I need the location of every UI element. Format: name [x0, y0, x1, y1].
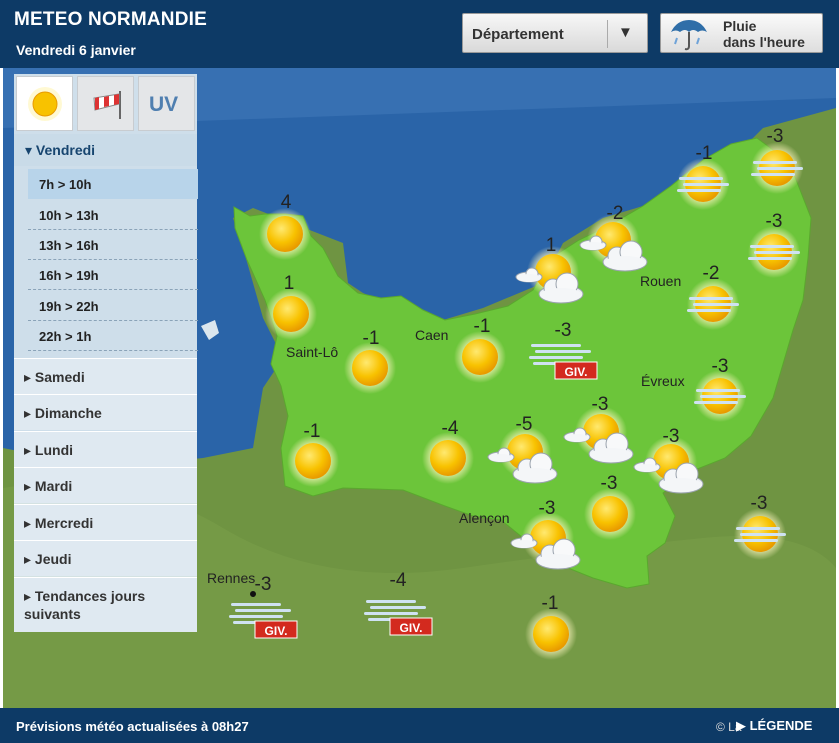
- city-label: Rennes: [207, 570, 255, 586]
- time-slot-label: 10h > 13h: [39, 208, 99, 223]
- update-time-text: Prévisions météo actualisées à 08h27: [16, 719, 249, 734]
- day-item-samedi[interactable]: ▸ Samedi: [14, 358, 197, 394]
- rain-label-line1: Pluie: [723, 18, 757, 34]
- day-item-tendances[interactable]: ▸ Tendances jours suivants: [14, 577, 197, 632]
- department-select[interactable]: Département ▼: [462, 13, 648, 53]
- app-header: METEO NORMANDIE Vendredi 6 janvier Dépar…: [0, 0, 839, 68]
- time-slot-22-1[interactable]: 22h > 1h: [28, 321, 198, 351]
- rain-next-hour-button[interactable]: Pluie dans l'heure: [660, 13, 823, 53]
- temperature-label: -3: [767, 126, 784, 147]
- time-slot-label: 13h > 16h: [39, 238, 99, 253]
- svg-text:GIV.: GIV.: [400, 621, 423, 635]
- day-label: ▸ Mercredi: [24, 515, 94, 531]
- temperature-label: -1: [363, 328, 380, 349]
- select-divider: [607, 20, 608, 48]
- day-label: ▸ Mardi: [24, 478, 73, 494]
- sun-mist-icon[interactable]: [694, 370, 746, 422]
- temperature-label: -2: [607, 203, 624, 224]
- temperature-label: -3: [539, 498, 556, 519]
- footer-bar: Prévisions météo actualisées à 08h27 © L…: [0, 708, 839, 743]
- temperature-label: -1: [542, 593, 559, 614]
- tab-weather[interactable]: [16, 76, 73, 131]
- temperature-label: -3: [255, 574, 272, 595]
- day-label: ▸ Lundi: [24, 442, 74, 458]
- sun-mist-icon[interactable]: [751, 142, 803, 194]
- rain-label-line2: dans l'heure: [723, 34, 805, 50]
- tab-wind[interactable]: [77, 76, 134, 131]
- temperature-label: -2: [703, 263, 720, 284]
- chevron-down-icon[interactable]: ▼: [618, 24, 633, 41]
- sun-mist-icon[interactable]: [687, 278, 739, 330]
- temperature-label: -1: [696, 143, 713, 164]
- temperature-label: -3: [592, 394, 609, 415]
- temperature-label: -3: [751, 493, 768, 514]
- forecast-sidebar: UV ▾ Vendredi 7h > 10h 10h > 13h 13h > 1…: [14, 74, 198, 632]
- city-dot: [250, 591, 256, 597]
- temperature-label: -5: [516, 414, 533, 435]
- temperature-label: -4: [390, 570, 407, 591]
- day-item-dimanche[interactable]: ▸ Dimanche: [14, 394, 197, 430]
- sun-icon[interactable]: [454, 331, 506, 383]
- day-label: ▸ Samedi: [24, 369, 85, 385]
- day-label: ▾ Vendredi: [25, 142, 96, 158]
- sun-icon[interactable]: [344, 342, 396, 394]
- svg-text:GIV.: GIV.: [565, 365, 588, 379]
- time-slot-13-16[interactable]: 13h > 16h: [28, 230, 198, 260]
- svg-text:GIV.: GIV.: [265, 624, 288, 638]
- umbrella-icon: [671, 20, 707, 51]
- day-item-mercredi[interactable]: ▸ Mercredi: [14, 504, 197, 540]
- temperature-label: 1: [546, 235, 557, 256]
- day-item-jeudi[interactable]: ▸ Jeudi: [14, 540, 197, 576]
- temperature-label: -3: [601, 473, 618, 494]
- sun-mist-icon[interactable]: [734, 508, 786, 560]
- temperature-label: 1: [284, 273, 295, 294]
- temperature-label: 4: [281, 192, 292, 213]
- sun-icon[interactable]: [584, 488, 636, 540]
- time-slot-label: 7h > 10h: [39, 177, 92, 192]
- day-header-vendredi[interactable]: ▾ Vendredi: [14, 134, 197, 166]
- temperature-label: -3: [555, 320, 572, 341]
- windsock-icon: [93, 91, 121, 119]
- city-label: Caen: [415, 327, 448, 343]
- time-slot-10-13[interactable]: 10h > 13h: [28, 200, 198, 230]
- day-label: ▸ Dimanche: [24, 405, 102, 421]
- day-label: ▸ Tendances jours suivants: [24, 588, 146, 622]
- city-label: Alençon: [459, 510, 510, 526]
- time-slot-16-19[interactable]: 16h > 19h: [28, 260, 198, 290]
- sun-icon[interactable]: [422, 432, 474, 484]
- sun-icon[interactable]: [265, 288, 317, 340]
- temperature-label: -4: [442, 418, 459, 439]
- sun-icon[interactable]: [287, 435, 339, 487]
- sun-mist-icon[interactable]: [677, 158, 729, 210]
- time-slot-label: 19h > 22h: [39, 299, 99, 314]
- time-slot-19-22[interactable]: 19h > 22h: [28, 291, 198, 321]
- temperature-label: -3: [712, 356, 729, 377]
- department-select-label: Département: [472, 26, 564, 43]
- page-title: METEO NORMANDIE: [14, 9, 207, 30]
- temperature-label: -1: [304, 421, 321, 442]
- day-item-mardi[interactable]: ▸ Mardi: [14, 467, 197, 503]
- day-item-lundi[interactable]: ▸ Lundi: [14, 431, 197, 467]
- sun-icon: [28, 87, 62, 121]
- forecast-date: Vendredi 6 janvier: [16, 42, 136, 58]
- tab-uv[interactable]: UV: [138, 76, 195, 131]
- city-label: Saint-Lô: [286, 344, 338, 360]
- legend-link[interactable]: ▶ LÉGENDE: [736, 718, 812, 734]
- day-label: ▸ Jeudi: [24, 551, 72, 567]
- time-slot-label: 16h > 19h: [39, 268, 99, 283]
- temperature-label: -1: [474, 316, 491, 337]
- sun-mist-icon[interactable]: [748, 226, 800, 278]
- city-label: Évreux: [641, 373, 685, 389]
- time-slot-7-10[interactable]: 7h > 10h: [28, 169, 198, 199]
- uv-label: UV: [149, 93, 179, 116]
- time-slot-label: 22h > 1h: [39, 329, 92, 344]
- temperature-label: -3: [766, 211, 783, 232]
- sun-icon[interactable]: [259, 208, 311, 260]
- sun-icon[interactable]: [525, 608, 577, 660]
- city-label: Rouen: [640, 273, 681, 289]
- temperature-label: -3: [663, 426, 680, 447]
